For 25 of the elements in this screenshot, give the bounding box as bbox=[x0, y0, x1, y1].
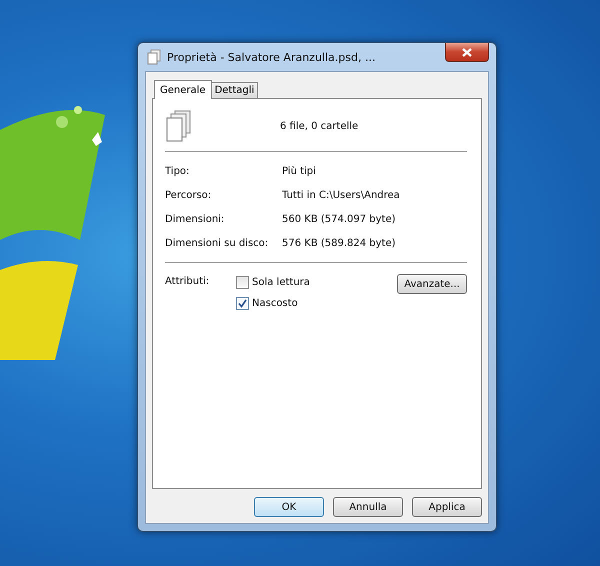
documents-icon bbox=[166, 110, 192, 142]
checkbox[interactable] bbox=[236, 276, 249, 289]
property-value: 576 KB (589.824 byte) bbox=[282, 238, 396, 248]
tab[interactable]: Dettagli bbox=[210, 82, 258, 98]
dialog-button[interactable]: OK bbox=[254, 497, 324, 517]
tab[interactable]: Generale bbox=[154, 80, 212, 99]
summary-text: 6 file, 0 cartelle bbox=[280, 120, 358, 132]
close-button[interactable] bbox=[445, 43, 489, 62]
attributes-label: Attributi: bbox=[165, 275, 210, 287]
property-label: Tipo: bbox=[165, 166, 190, 176]
window-title: Proprietà - Salvatore Aranzulla.psd, ... bbox=[167, 50, 376, 64]
property-label: Dimensioni: bbox=[165, 214, 226, 224]
advanced-button[interactable]: Avanzate... bbox=[397, 274, 467, 294]
checkbox-label: Nascosto bbox=[252, 298, 298, 309]
dialog-button[interactable]: Applica bbox=[412, 497, 482, 517]
property-label: Dimensioni su disco: bbox=[165, 238, 270, 248]
property-value: 560 KB (574.097 byte) bbox=[282, 214, 396, 224]
checkbox-label: Sola lettura bbox=[252, 277, 310, 288]
property-value: Tutti in C:\Users\Andrea bbox=[282, 190, 400, 200]
property-value: Più tipi bbox=[282, 166, 316, 176]
checkbox[interactable] bbox=[236, 297, 249, 310]
documents-icon bbox=[147, 49, 161, 65]
property-label: Percorso: bbox=[165, 190, 212, 200]
dialog-button[interactable]: Annulla bbox=[333, 497, 403, 517]
close-icon bbox=[462, 48, 472, 56]
